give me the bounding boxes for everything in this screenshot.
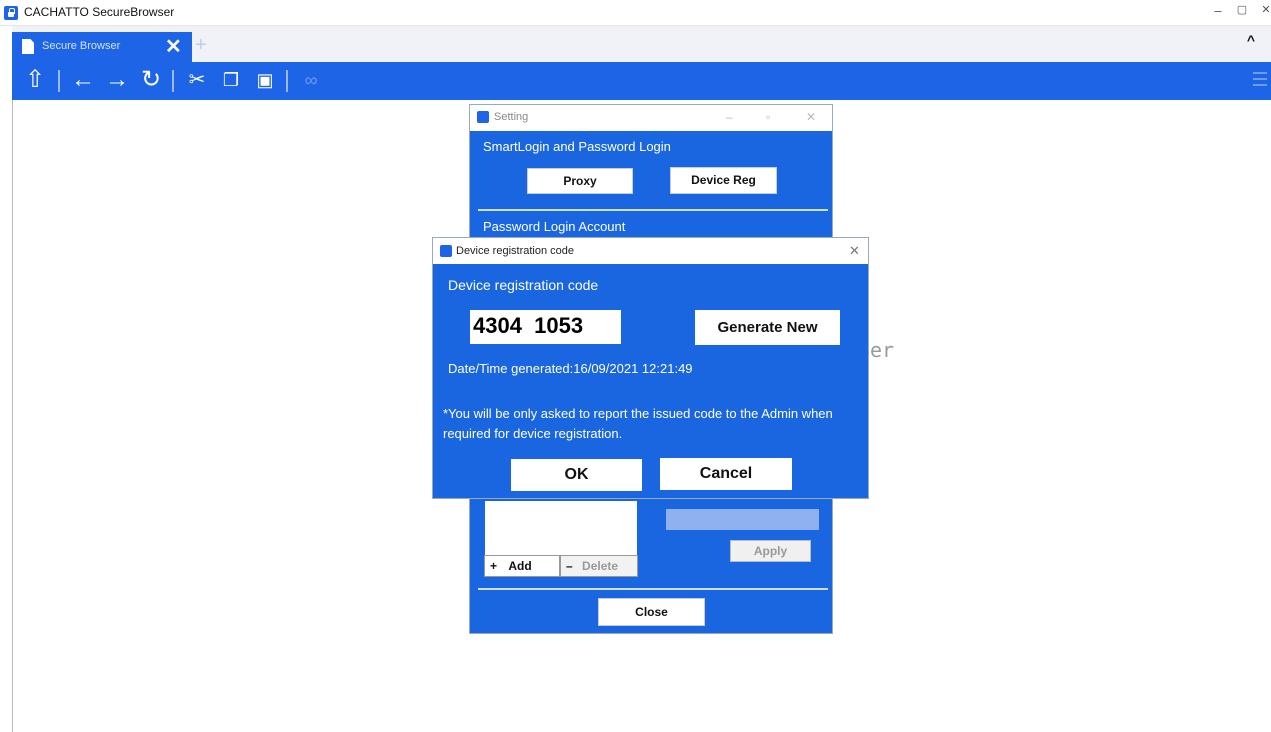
device-registration-dialog: Device registration code ✕ Device regist…	[432, 237, 869, 499]
window-close-button[interactable]: ✕	[1256, 3, 1271, 16]
browser-toolbar: ⇧ ← → ↻ ✂ ❐ ▣ ∞	[12, 62, 1271, 100]
copy-icon[interactable]: ❐	[218, 66, 244, 94]
setting-titlebar: Setting – ▫ ✕	[470, 105, 832, 131]
account-field[interactable]	[666, 509, 819, 530]
generate-new-button[interactable]: Generate New	[695, 310, 840, 345]
link-icon: ∞	[304, 70, 318, 90]
toolbar-divider	[286, 70, 288, 92]
divider	[478, 209, 828, 211]
minimize-button[interactable]: –	[1208, 3, 1228, 18]
section-label-password-login: Password Login Account	[483, 219, 626, 234]
devreg-title: Device registration code	[456, 245, 575, 257]
tab-strip: Secure Browser ✕ + ^	[12, 26, 1271, 62]
new-tab-icon[interactable]: +	[195, 34, 207, 57]
paste-icon[interactable]: ▣	[252, 66, 278, 94]
devreg-heading: Device registration code	[448, 277, 599, 293]
date-time-generated: Date/Time generated:16/09/2021 12:21:49	[448, 361, 693, 376]
proxy-button[interactable]: Proxy	[527, 168, 633, 194]
apply-button: Apply	[730, 540, 811, 562]
window-titlebar: CACHATTO SecureBrowser – ▢ ✕	[0, 0, 1271, 26]
minimize-icon[interactable]: –	[726, 110, 733, 124]
close-icon[interactable]: ✕	[849, 243, 860, 259]
lock-icon	[477, 111, 489, 123]
maximize-icon[interactable]: ▫	[766, 110, 770, 124]
app-lock-icon	[4, 6, 18, 20]
maximize-button[interactable]: ▢	[1232, 3, 1252, 16]
minus-icon: –	[566, 559, 573, 573]
close-button[interactable]: Close	[598, 598, 705, 626]
section-label-smartlogin: SmartLogin and Password Login	[483, 139, 671, 154]
document-icon	[22, 39, 34, 54]
window-title: CACHATTO SecureBrowser	[24, 5, 175, 19]
delete-button: – Delete	[560, 555, 638, 577]
background-text: er	[870, 338, 895, 362]
back-icon[interactable]: ←	[70, 66, 96, 94]
add-button[interactable]: + Add	[484, 555, 560, 577]
tab-title: Secure Browser	[42, 40, 121, 52]
menu-icon[interactable]	[1253, 72, 1267, 88]
cancel-button[interactable]: Cancel	[660, 458, 792, 490]
close-icon[interactable]: ✕	[806, 110, 816, 124]
delete-label: Delete	[582, 559, 619, 573]
setting-title: Setting	[494, 111, 529, 123]
reload-icon[interactable]: ↻	[138, 66, 164, 94]
lock-icon	[440, 245, 452, 257]
device-reg-button[interactable]: Device Reg	[670, 167, 777, 194]
add-label: Add	[508, 559, 532, 573]
cut-icon[interactable]: ✂	[184, 66, 210, 94]
tab-secure-browser[interactable]: Secure Browser ✕	[12, 32, 192, 62]
admin-note: *You will be only asked to report the is…	[443, 406, 833, 441]
registration-code: 4304 1053	[470, 310, 621, 344]
home-icon[interactable]: ⇧	[22, 66, 48, 94]
chevron-up-icon[interactable]: ^	[1247, 32, 1255, 48]
ok-button[interactable]: OK	[511, 459, 642, 491]
account-list[interactable]	[485, 501, 637, 555]
toolbar-divider	[172, 70, 174, 92]
devreg-titlebar: Device registration code ✕	[433, 238, 868, 264]
toolbar-divider	[58, 70, 60, 92]
divider	[478, 588, 828, 590]
forward-icon[interactable]: →	[104, 66, 130, 94]
plus-icon: +	[490, 559, 498, 573]
tab-close-icon[interactable]: ✕	[165, 34, 182, 59]
